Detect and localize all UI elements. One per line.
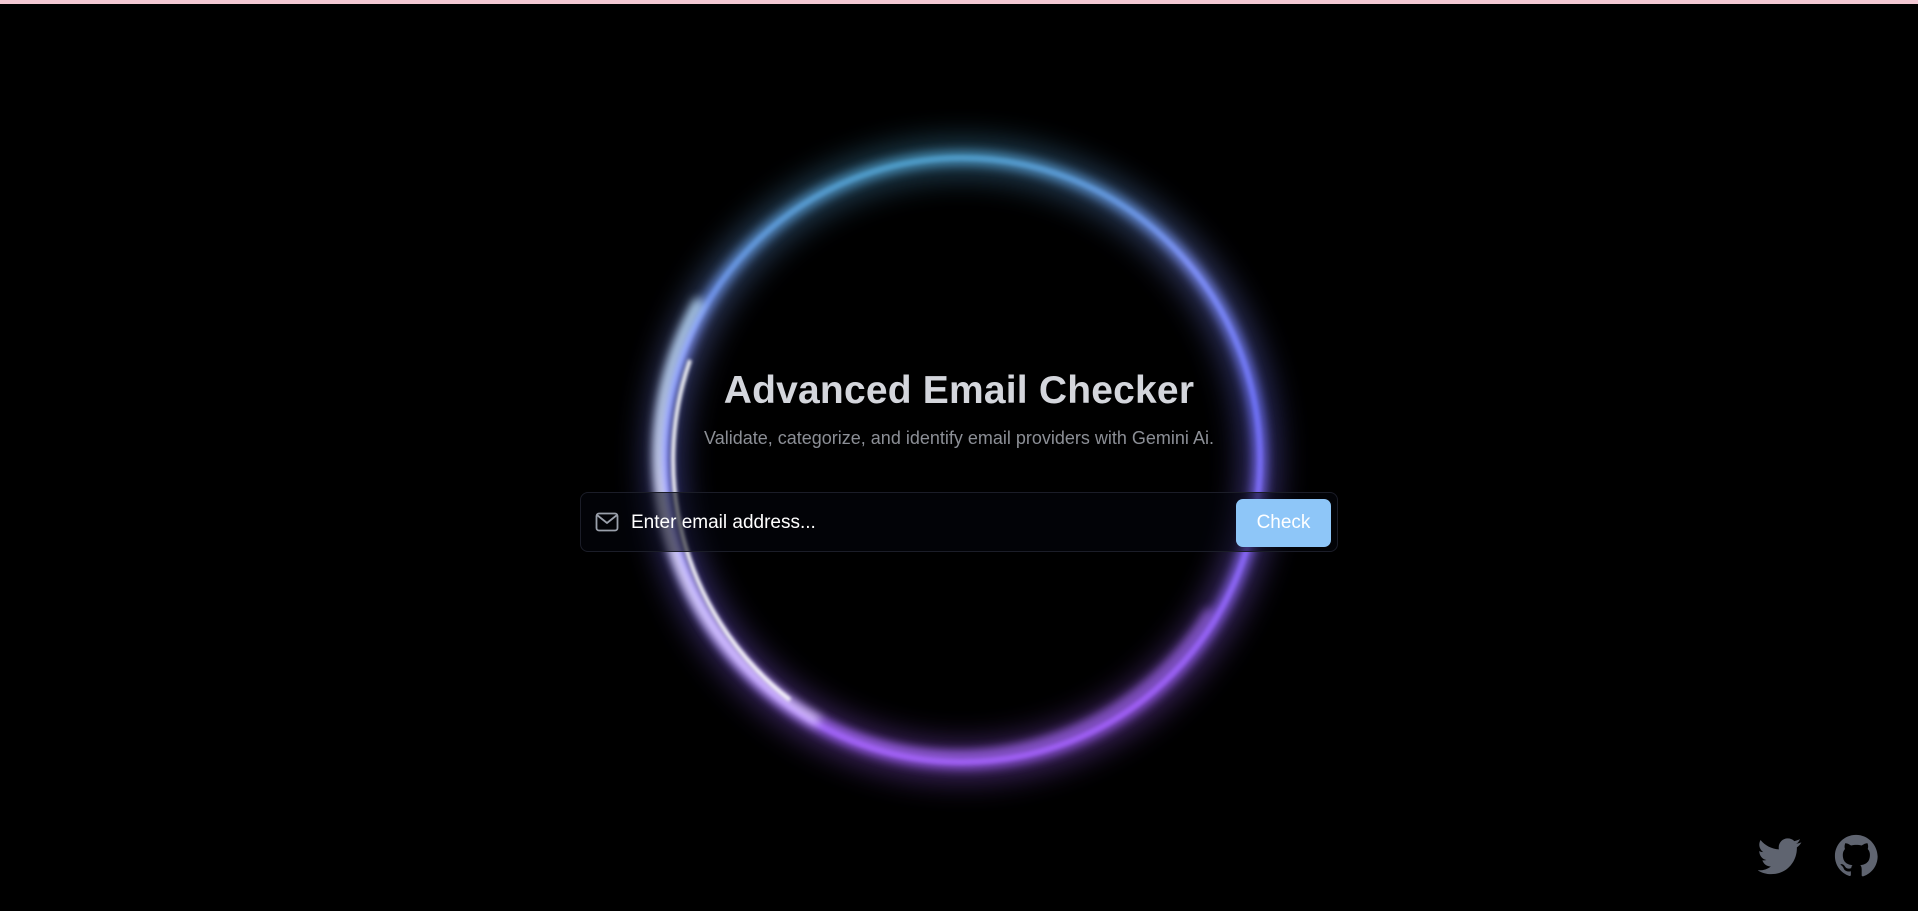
email-check-form: Check [580,492,1338,552]
twitter-link[interactable] [1758,834,1802,878]
page-title: Advanced Email Checker [723,369,1195,412]
check-button[interactable]: Check [1236,499,1331,547]
mail-icon [595,512,619,532]
email-input[interactable] [631,505,1201,541]
github-link[interactable] [1834,834,1878,878]
github-icon [1834,834,1878,877]
hero: Advanced Email Checker Validate, categor… [0,364,1918,450]
page-subtitle: Validate, categorize, and identify email… [704,428,1214,448]
page: Advanced Email Checker Validate, categor… [0,0,1918,911]
twitter-icon [1758,838,1802,875]
glow-ring [647,141,1277,779]
